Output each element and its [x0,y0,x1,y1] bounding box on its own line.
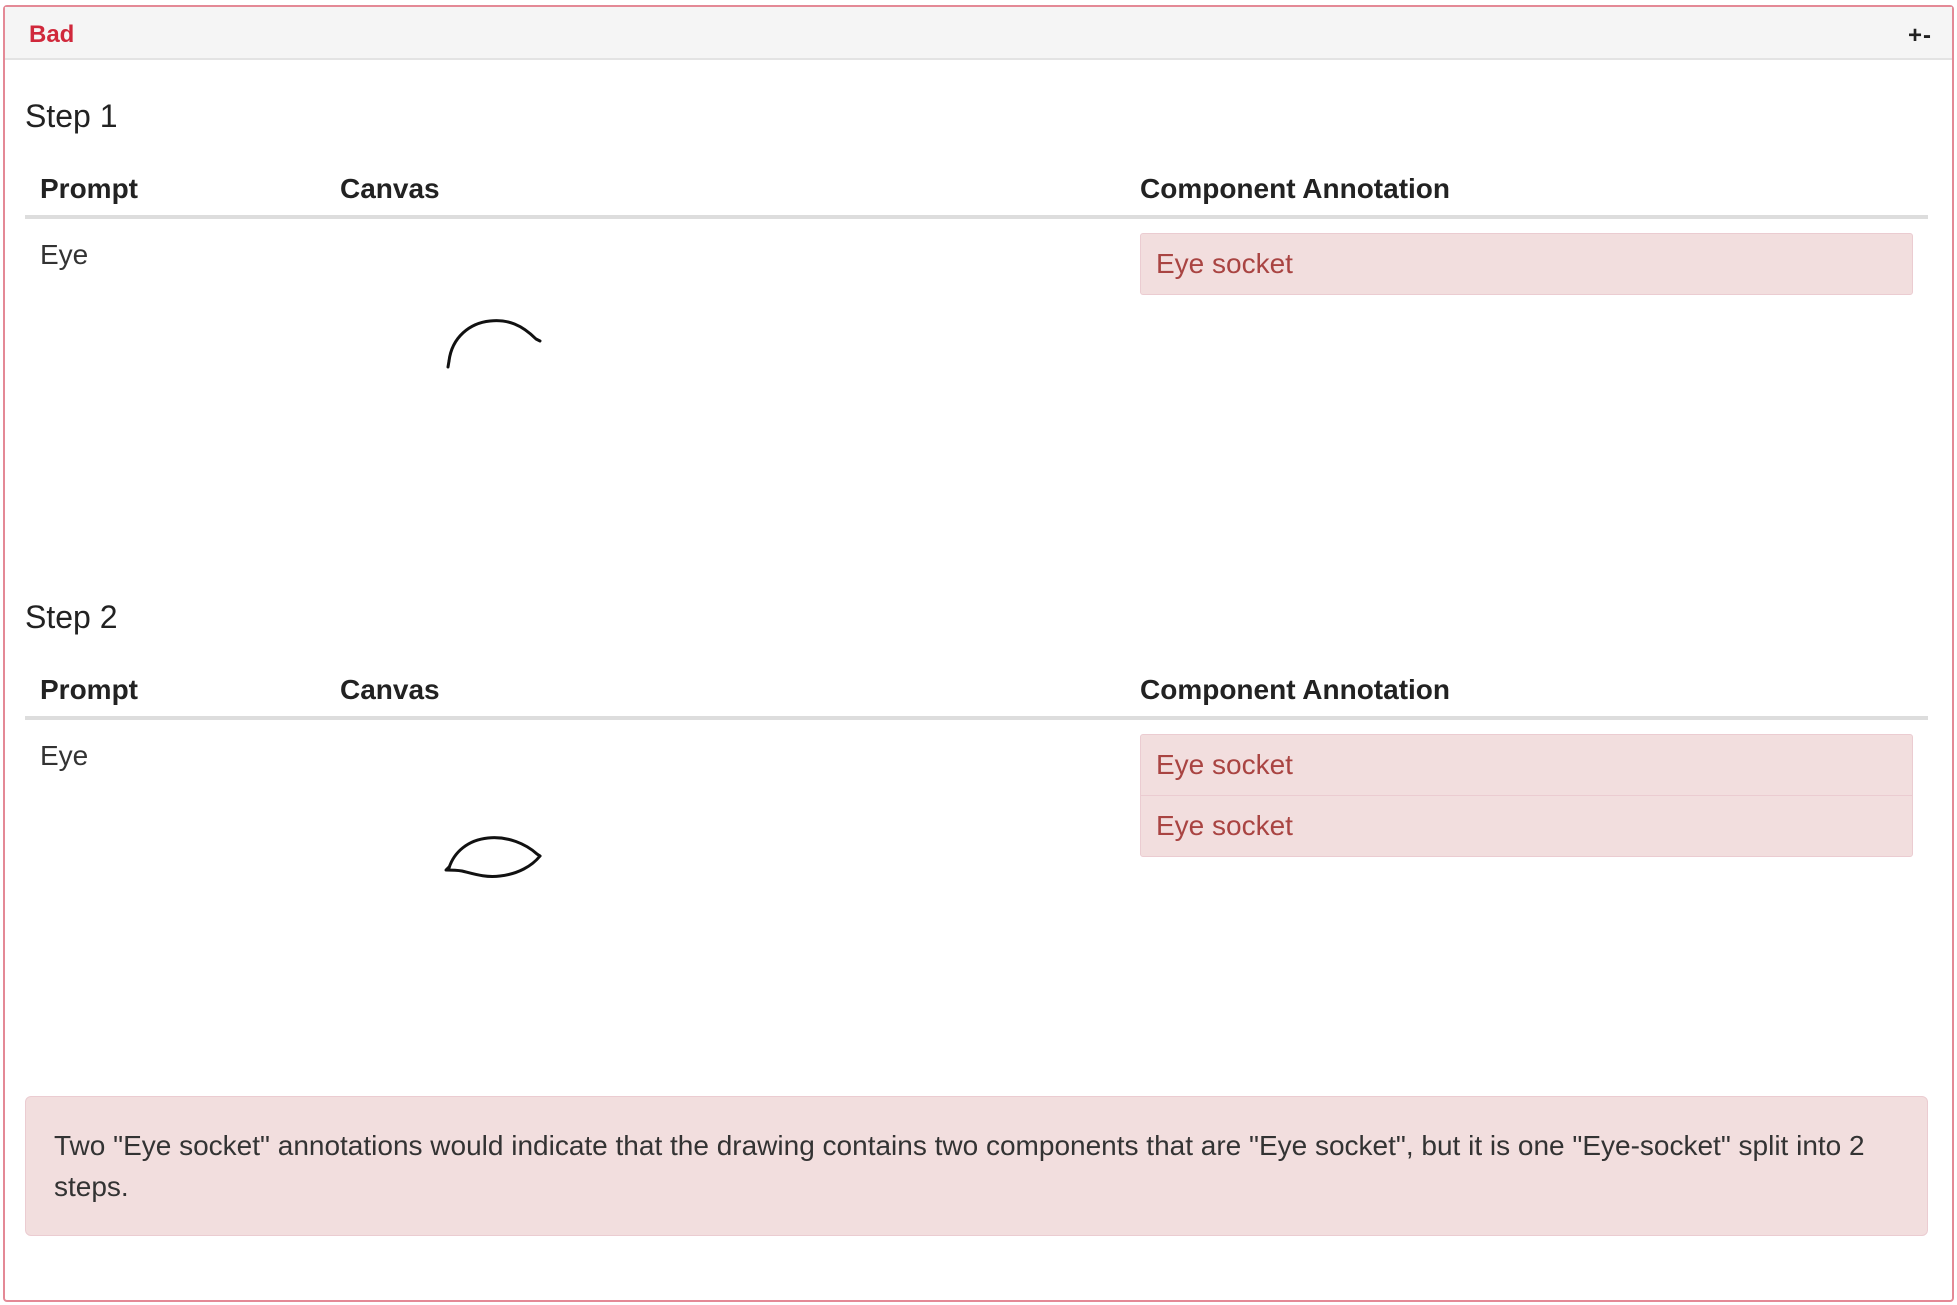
panel-title: Bad [29,21,75,48]
annotation-item: Eye socket [1140,233,1913,295]
drawing-canvas [340,219,1080,539]
prompt-header: Prompt [40,674,138,705]
table-header: Prompt Canvas Component Annotation [25,664,1928,720]
annotation-list: Eye socket Eye socket [1140,734,1913,857]
table-row: Eye Eye socket Eye socket [25,720,1928,1050]
annotation-header: Component Annotation [1140,173,1451,204]
explanation-alert: Two "Eye socket" annotations would indic… [25,1096,1928,1236]
step-2-table: Prompt Canvas Component Annotation Eye E… [25,664,1928,1050]
annotation-item: Eye socket [1140,795,1913,857]
canvas-header: Canvas [340,173,440,204]
prompt-value: Eye [40,239,89,270]
step-1-table: Prompt Canvas Component Annotation Eye E… [25,163,1928,549]
step-1-title: Step 1 [25,98,118,134]
annotation-item: Eye socket [1140,734,1913,796]
expand-collapse-toggle[interactable]: +- [1908,22,1932,50]
annotation-list: Eye socket [1140,233,1913,295]
canvas-header: Canvas [340,674,440,705]
drawing-canvas [340,720,1080,1040]
step-2-title: Step 2 [25,599,118,635]
table-row: Eye Eye socket [25,219,1928,549]
eye-socket-full-sketch [444,836,542,878]
prompt-header: Prompt [40,173,138,204]
prompt-value: Eye [40,740,89,771]
panel-heading[interactable]: Bad +- [5,7,1952,60]
annotation-header: Component Annotation [1140,674,1451,705]
eye-socket-partial-sketch [446,319,542,369]
table-header: Prompt Canvas Component Annotation [25,163,1928,219]
